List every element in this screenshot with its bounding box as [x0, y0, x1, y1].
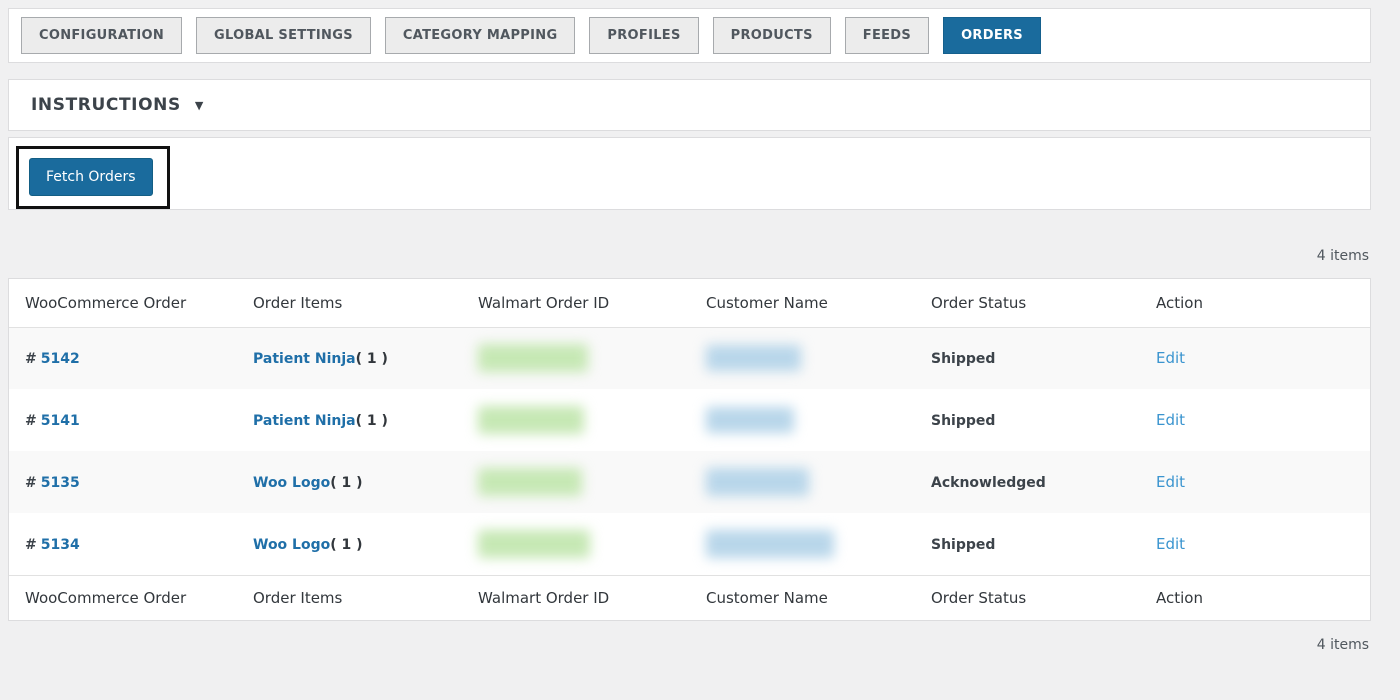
orders-table: WooCommerce Order Order Items Walmart Or… — [9, 279, 1370, 620]
order-id-link[interactable]: 5141 — [41, 413, 80, 429]
edit-order-link[interactable]: Edit — [1156, 349, 1185, 367]
col-header-action: Action — [1140, 279, 1370, 327]
table-row: #5134 Woo Logo( 1 ) Shipped Edit — [9, 513, 1370, 575]
customer-name-redacted — [706, 345, 801, 371]
walmart-order-id-redacted — [478, 344, 588, 372]
order-item-qty: ( 1 ) — [330, 475, 362, 491]
annotation-highlight-box: Fetch Orders — [16, 146, 170, 209]
order-item-qty: ( 1 ) — [356, 351, 388, 367]
order-status: Shipped — [931, 413, 995, 429]
items-count-bottom: 4 items — [8, 637, 1371, 653]
fetch-orders-button[interactable]: Fetch Orders — [29, 158, 153, 196]
col-footer-woocommerce-order: WooCommerce Order — [9, 575, 237, 620]
walmart-order-id-redacted — [478, 406, 584, 434]
items-count-top: 4 items — [8, 248, 1371, 264]
order-status: Shipped — [931, 537, 995, 553]
fetch-orders-panel: Fetch Orders — [8, 137, 1371, 210]
order-hash: # — [25, 413, 37, 429]
table-footer-row: WooCommerce Order Order Items Walmart Or… — [9, 575, 1370, 620]
table-row: #5142 Patient Ninja( 1 ) Shipped Edit — [9, 327, 1370, 389]
col-header-order-items: Order Items — [237, 279, 462, 327]
order-status: Shipped — [931, 351, 995, 367]
table-row: #5141 Patient Ninja( 1 ) Shipped Edit — [9, 389, 1370, 451]
col-footer-order-status: Order Status — [915, 575, 1140, 620]
edit-order-link[interactable]: Edit — [1156, 473, 1185, 491]
col-header-customer-name: Customer Name — [690, 279, 915, 327]
edit-order-link[interactable]: Edit — [1156, 535, 1185, 553]
order-item-link[interactable]: Woo Logo — [253, 475, 330, 491]
tab-global-settings[interactable]: GLOBAL SETTINGS — [196, 17, 371, 54]
tab-profiles[interactable]: PROFILES — [589, 17, 698, 54]
tab-category-mapping[interactable]: CATEGORY MAPPING — [385, 17, 576, 54]
walmart-order-id-redacted — [478, 468, 582, 496]
instructions-title: INSTRUCTIONS — [31, 95, 181, 115]
col-footer-action: Action — [1140, 575, 1370, 620]
order-id-link[interactable]: 5142 — [41, 351, 80, 367]
customer-name-redacted — [706, 468, 809, 496]
col-footer-order-items: Order Items — [237, 575, 462, 620]
order-item-qty: ( 1 ) — [356, 413, 388, 429]
order-item-link[interactable]: Patient Ninja — [253, 351, 356, 367]
tab-orders[interactable]: ORDERS — [943, 17, 1041, 54]
tab-feeds[interactable]: FEEDS — [845, 17, 929, 54]
order-item-link[interactable]: Woo Logo — [253, 537, 330, 553]
order-item-qty: ( 1 ) — [330, 537, 362, 553]
edit-order-link[interactable]: Edit — [1156, 411, 1185, 429]
tab-configuration[interactable]: CONFIGURATION — [21, 17, 182, 54]
order-item-link[interactable]: Patient Ninja — [253, 413, 356, 429]
order-hash: # — [25, 351, 37, 367]
instructions-toggle[interactable]: INSTRUCTIONS ▼ — [8, 79, 1371, 131]
order-hash: # — [25, 475, 37, 491]
plugin-tab-bar: CONFIGURATION GLOBAL SETTINGS CATEGORY M… — [8, 8, 1371, 63]
order-id-link[interactable]: 5134 — [41, 537, 80, 553]
col-header-order-status: Order Status — [915, 279, 1140, 327]
order-id-link[interactable]: 5135 — [41, 475, 80, 491]
tab-products[interactable]: PRODUCTS — [713, 17, 831, 54]
table-header-row: WooCommerce Order Order Items Walmart Or… — [9, 279, 1370, 327]
chevron-down-icon: ▼ — [195, 100, 203, 111]
col-footer-walmart-order-id: Walmart Order ID — [462, 575, 690, 620]
walmart-order-id-redacted — [478, 530, 590, 558]
table-row: #5135 Woo Logo( 1 ) Acknowledged Edit — [9, 451, 1370, 513]
orders-table-panel: WooCommerce Order Order Items Walmart Or… — [8, 278, 1371, 621]
orders-page: CONFIGURATION GLOBAL SETTINGS CATEGORY M… — [0, 0, 1379, 661]
customer-name-redacted — [706, 530, 834, 558]
col-header-woocommerce-order: WooCommerce Order — [9, 279, 237, 327]
customer-name-redacted — [706, 407, 794, 433]
order-hash: # — [25, 537, 37, 553]
order-status: Acknowledged — [931, 475, 1046, 491]
col-footer-customer-name: Customer Name — [690, 575, 915, 620]
col-header-walmart-order-id: Walmart Order ID — [462, 279, 690, 327]
